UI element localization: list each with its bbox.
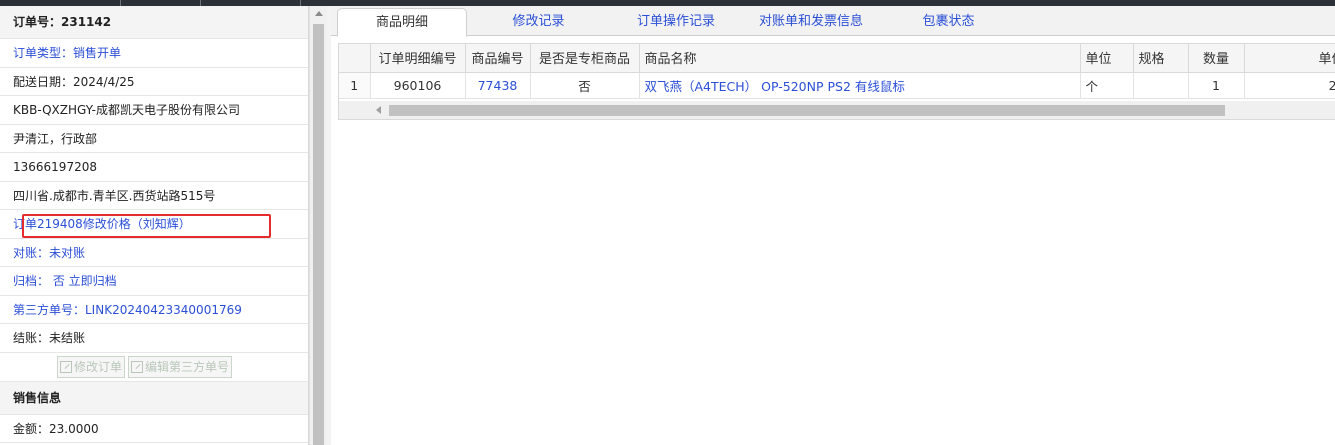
tab-bar: 商品明细 修改记录 订单操作记录 对账单和发票信息 包裹状态 — [331, 6, 1335, 37]
column-header[interactable]: 数量 — [1188, 44, 1245, 73]
detail-panel: 商品明细 修改记录 订单操作记录 对账单和发票信息 包裹状态 订单明细编号 商品… — [331, 6, 1335, 445]
tab-package-status[interactable]: 包裹状态 — [901, 8, 996, 36]
order-info-panel: 订单号：231142 订单类型：销售开单 配送日期：2024/4/25 KBB-… — [0, 6, 309, 445]
column-header[interactable]: 是否是专柜商品 — [530, 44, 640, 73]
order-type: 订单类型：销售开单 — [0, 39, 308, 68]
table-row[interactable]: 1 960106 77438 否 双飞燕（A4TECH） OP-520NP PS… — [339, 72, 1335, 99]
edit-third-party-button-label: 编辑第三方单号 — [145, 359, 230, 374]
scrollbar-thumb[interactable] — [389, 105, 1225, 116]
column-header[interactable]: 订单明细编号 — [370, 44, 466, 73]
third-party-order-number: 第三方单号：LINK20240423340001769 — [0, 296, 308, 324]
unit-cell: 个 — [1080, 72, 1134, 99]
product-code-link[interactable]: 77438 — [465, 72, 531, 99]
column-header[interactable]: 单位 — [1080, 44, 1134, 73]
edit-icon — [60, 360, 72, 373]
reconcile-status: 对账：未对账 — [0, 239, 308, 267]
sales-info-title: 销售信息 — [0, 381, 308, 415]
tab-modify-records[interactable]: 修改记录 — [481, 8, 596, 36]
product-name-link[interactable]: 双飞燕（A4TECH） OP-520NP PS2 有线鼠标 — [639, 72, 1081, 99]
order-action-buttons: 修改订单 编辑第三方单号 — [0, 353, 308, 382]
edit-order-button[interactable]: 修改订单 — [57, 355, 126, 378]
edit-icon — [131, 360, 144, 373]
scroll-left-icon[interactable] — [376, 106, 381, 114]
column-header[interactable]: 商品编号 — [465, 44, 531, 73]
scroll-up-icon[interactable] — [315, 11, 323, 16]
archive-status[interactable]: 归档： 否 立即归档 — [0, 267, 308, 296]
tab-order-operation-records[interactable]: 订单操作记录 — [621, 8, 731, 36]
counter-product-flag: 否 — [530, 72, 640, 99]
table-header-row: 订单明细编号 商品编号 是否是专柜商品 商品名称 单位 规格 数量 单价 — [339, 44, 1335, 73]
edit-third-party-button[interactable]: 编辑第三方单号 — [128, 355, 233, 378]
order-number-title: 订单号：231142 — [0, 6, 308, 39]
edit-order-button-label: 修改订单 — [74, 359, 123, 374]
company-name: KBB-QXZHGY-成都凯天电子股份有限公司 — [0, 96, 308, 125]
settlement-status: 结账：未结账 — [0, 324, 308, 353]
delivery-address: 四川省.成都市.青羊区.西货站路515号 — [0, 182, 308, 210]
scrollbar-thumb[interactable] — [313, 24, 324, 445]
horizontal-scrollbar[interactable] — [339, 101, 1335, 119]
delivery-date: 配送日期：2024/4/25 — [0, 68, 308, 96]
unit-price-cell: 23 — [1244, 72, 1335, 99]
column-header[interactable]: 单价 — [1244, 44, 1335, 73]
sales-amount: 金额：23.0000 — [0, 415, 308, 443]
quantity-cell: 1 — [1188, 72, 1245, 99]
column-header[interactable]: 规格 — [1133, 44, 1189, 73]
tab-product-details[interactable]: 商品明细 — [337, 8, 467, 37]
tab-statement-invoice[interactable]: 对账单和发票信息 — [736, 8, 886, 36]
left-panel-scrollbar[interactable] — [309, 6, 327, 445]
row-number: 1 — [339, 72, 371, 99]
product-detail-grid: 订单明细编号 商品编号 是否是专柜商品 商品名称 单位 规格 数量 单价 1 9… — [338, 43, 1335, 120]
contact-person: 尹清江，行政部 — [0, 125, 308, 153]
spec-cell — [1133, 72, 1189, 99]
highlight-box — [22, 214, 271, 238]
column-header — [339, 44, 371, 73]
column-header[interactable]: 商品名称 — [639, 44, 1081, 73]
phone-number: 13666197208 — [0, 153, 308, 182]
detail-number: 960106 — [370, 72, 466, 99]
